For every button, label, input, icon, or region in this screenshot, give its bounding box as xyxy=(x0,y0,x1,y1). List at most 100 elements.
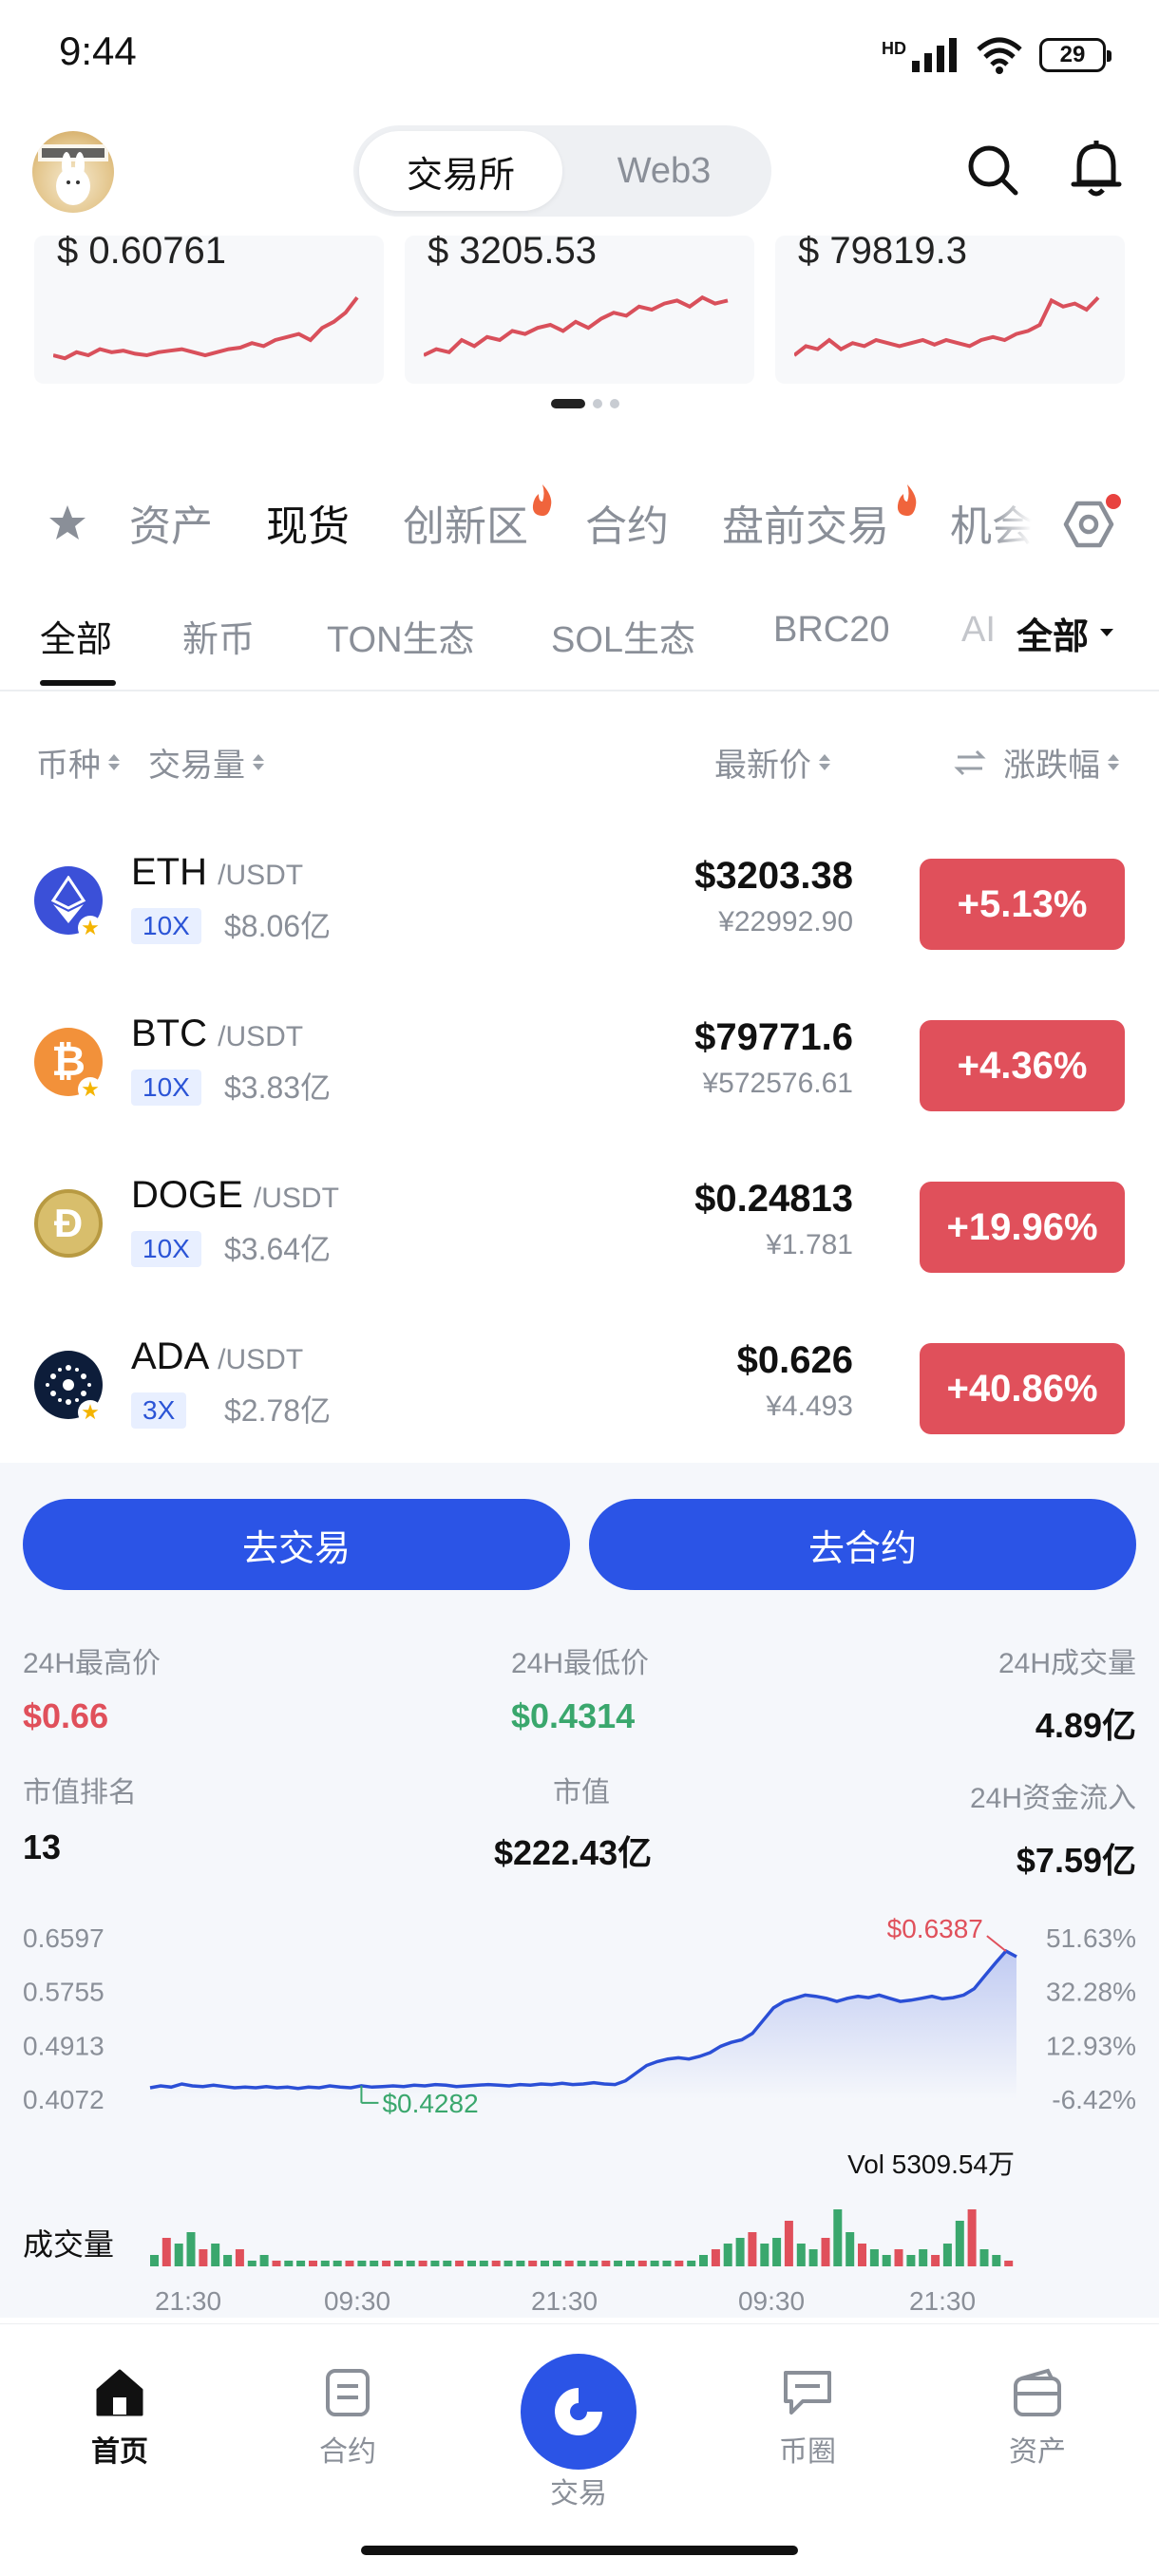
favorite-star-icon[interactable]: ★ xyxy=(78,1077,103,1102)
subnav-indicator xyxy=(40,680,116,686)
subnav-ton[interactable]: TON生态 xyxy=(327,610,475,662)
volume-bar xyxy=(552,2261,561,2266)
volume-bar xyxy=(846,2232,855,2266)
cny-price: ¥1.781 xyxy=(766,1229,853,1260)
subnav-new[interactable]: 新币 xyxy=(182,610,255,662)
contract-button[interactable]: 去合约 xyxy=(589,1499,1136,1590)
volume-text: $3.83亿 xyxy=(224,1070,332,1105)
favorite-star-icon[interactable]: ★ xyxy=(78,916,103,940)
wifi-icon xyxy=(977,37,1022,74)
volume-bar xyxy=(406,2261,415,2266)
filter-label: 全部 xyxy=(1016,616,1090,657)
network-label: HD xyxy=(882,38,906,58)
volume-bar xyxy=(796,2244,806,2266)
pair-text: /USDT xyxy=(218,1344,304,1375)
volume-bar xyxy=(418,2261,428,2266)
volume-text: $3.64亿 xyxy=(224,1232,332,1266)
tab-assets[interactable]: 资产 xyxy=(980,2365,1094,2470)
volume-bar xyxy=(467,2261,476,2266)
exchange-web3-switch: 交易所 Web3 xyxy=(353,125,771,217)
search-icon[interactable] xyxy=(965,142,1020,198)
volume-bar xyxy=(674,2261,684,2266)
ticker-card[interactable]: $ 0.60761 xyxy=(34,236,384,384)
change-badge[interactable]: +4.36% xyxy=(920,1020,1125,1111)
subnav-sol[interactable]: SOL生态 xyxy=(551,610,695,662)
sort-change[interactable]: 涨跌幅 xyxy=(954,739,1119,786)
tab-community-label: 币圈 xyxy=(779,2436,836,2468)
pct-tick-label: 12.93% xyxy=(1046,2031,1136,2060)
table-row[interactable]: ★ ETH /USDT 10X $8.06亿 $3203.38 ¥22992.9… xyxy=(0,823,1159,984)
trade-button[interactable]: 去交易 xyxy=(23,1499,570,1590)
volume-bar xyxy=(955,2221,964,2266)
volume-bar xyxy=(223,2255,233,2266)
subnav-ai[interactable]: AI xyxy=(961,610,996,651)
change-badge[interactable]: +5.13% xyxy=(920,859,1125,950)
stat-low: $0.4314 xyxy=(511,1696,636,1735)
volume-bar xyxy=(259,2255,269,2266)
volume-bar xyxy=(528,2261,538,2266)
nav-spot[interactable]: 现货 xyxy=(266,492,350,553)
volume-bar xyxy=(723,2244,732,2266)
change-badge[interactable]: +19.96% xyxy=(920,1182,1125,1273)
price-chart[interactable]: 0.6597 0.5755 0.4913 0.4072 51.63% 32.28% 12.… xyxy=(0,1900,1159,2327)
chevron-down-icon xyxy=(1100,629,1114,636)
nav-opportunity[interactable]: 机会 xyxy=(950,492,1032,553)
table-row[interactable]: Ð DOGE /USDT 10X $3.64亿 $0.24813 ¥1.781 … xyxy=(0,1146,1159,1307)
col-change-label: 涨跌幅 xyxy=(1003,748,1100,784)
table-row[interactable]: ₿ ★ BTC /USDT 10X $3.83亿 $79771.6 ¥57257… xyxy=(0,984,1159,1146)
ticker-card[interactable]: $ 3205.53 xyxy=(405,236,754,384)
table-row[interactable]: ★ ADA /USDT 3X $2.78亿 $0.626 ¥4.493 +40.… xyxy=(0,1307,1159,1468)
volume-bar xyxy=(821,2238,830,2266)
price-text: $0.626 xyxy=(736,1339,853,1381)
star-icon[interactable] xyxy=(48,503,87,541)
tab-trade[interactable]: 交易 xyxy=(521,2470,636,2511)
avatar[interactable] xyxy=(32,131,114,213)
volume-bar xyxy=(235,2249,244,2266)
col-volume-label: 交易量 xyxy=(148,748,245,784)
settings-hex-icon[interactable] xyxy=(1058,494,1125,555)
filter-dropdown[interactable]: 全部 xyxy=(1007,604,1116,661)
nav-contract[interactable]: 合约 xyxy=(585,492,669,553)
volume-bar xyxy=(309,2261,317,2266)
sort-coin[interactable]: 币种 xyxy=(36,739,120,786)
bell-icon[interactable] xyxy=(1070,139,1123,199)
volume-bar xyxy=(1004,2261,1014,2266)
y-tick-label: 0.4072 xyxy=(23,2085,104,2114)
nav-premarket[interactable]: 盘前交易 xyxy=(722,492,889,553)
volume-bar xyxy=(320,2261,330,2266)
stat-inflow-label: 24H资金流入 xyxy=(969,1783,1136,1814)
volume-bar xyxy=(382,2261,391,2266)
sort-volume[interactable]: 交易量 xyxy=(148,739,264,786)
tab-home[interactable]: 首页 xyxy=(63,2365,177,2470)
volume-bar xyxy=(564,2261,574,2266)
volume-bar xyxy=(735,2238,745,2266)
tab-web3[interactable]: Web3 xyxy=(562,131,766,211)
favorite-star-icon[interactable]: ★ xyxy=(78,1400,103,1425)
stat-mcap-label: 市值 xyxy=(553,1777,610,1809)
tab-exchange[interactable]: 交易所 xyxy=(359,131,562,211)
stat-low-label: 24H最低价 xyxy=(511,1648,650,1679)
subnav-brc20[interactable]: BRC20 xyxy=(773,610,890,651)
volume-bar xyxy=(979,2249,989,2266)
price-text: $0.24813 xyxy=(694,1178,853,1220)
volume-bar xyxy=(894,2249,903,2266)
stat-high: $0.66 xyxy=(23,1696,109,1735)
volume-bar xyxy=(808,2249,818,2266)
volume-bar xyxy=(637,2261,647,2266)
nav-innovation[interactable]: 创新区 xyxy=(403,492,528,553)
x-tick-label: 21:30 xyxy=(155,2286,221,2316)
trade-center-button[interactable] xyxy=(521,2354,636,2470)
coin-symbol: BTC /USDT xyxy=(131,1013,303,1055)
swap-icon[interactable] xyxy=(954,748,986,777)
coin-symbol: ADA /USDT xyxy=(131,1335,303,1378)
change-badge[interactable]: +40.86% xyxy=(920,1343,1125,1434)
ticker-card[interactable]: $ 79819.3 xyxy=(775,236,1125,384)
nav-assets[interactable]: 资产 xyxy=(129,492,213,553)
subnav-all[interactable]: 全部 xyxy=(40,610,112,662)
high-marker xyxy=(986,1935,1007,1952)
sort-price[interactable]: 最新价 xyxy=(714,739,830,786)
tab-contract[interactable]: 合约 xyxy=(291,2365,405,2470)
symbol-text: ETH xyxy=(131,851,207,893)
tab-community[interactable]: 币圈 xyxy=(750,2365,864,2470)
volume-bar xyxy=(345,2261,354,2266)
